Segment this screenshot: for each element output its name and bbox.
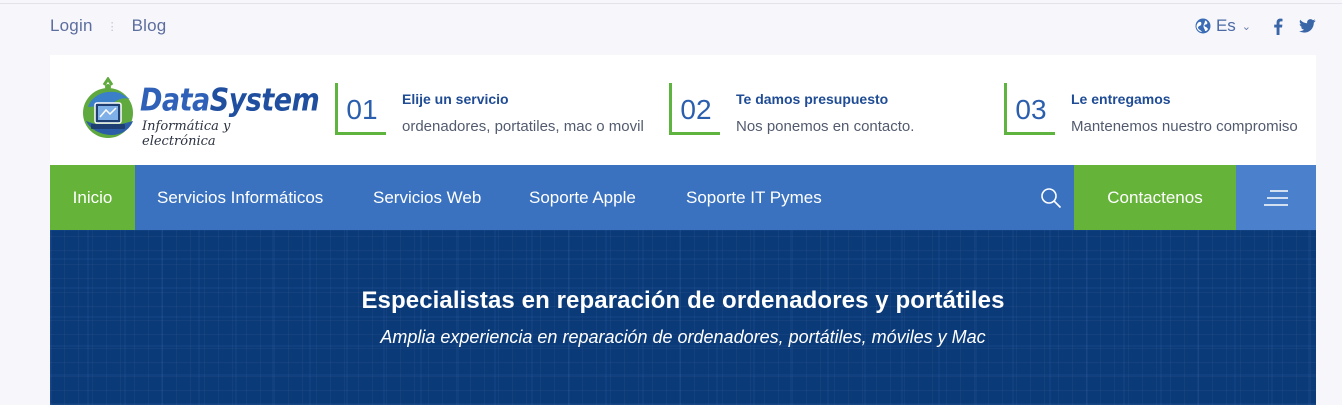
step-description: Mantenemos nuestro compromiso bbox=[1071, 118, 1298, 135]
top-bar: Login ⋮ Blog Es ⌄ bbox=[50, 16, 1316, 42]
logo[interactable]: DataSystem Informática y electrónica bbox=[78, 77, 320, 149]
language-selector[interactable]: Es ⌄ bbox=[1195, 16, 1251, 36]
step-description: ordenadores, portatiles, mac o movil bbox=[402, 118, 644, 135]
nav-item-soporte-apple[interactable]: Soporte Apple bbox=[529, 165, 636, 230]
facebook-icon[interactable] bbox=[1273, 18, 1283, 35]
step-text: Te damos presupuesto Nos ponemos en cont… bbox=[736, 83, 914, 135]
main-nav: Inicio Servicios Informáticos Servicios … bbox=[50, 165, 1316, 230]
step-2: 02 Te damos presupuesto Nos ponemos en c… bbox=[669, 83, 914, 135]
hero-banner: Especialistas en reparación de ordenador… bbox=[50, 230, 1316, 405]
search-icon bbox=[1041, 187, 1062, 208]
logo-name-part1: Data bbox=[140, 82, 210, 119]
twitter-icon[interactable] bbox=[1299, 19, 1316, 33]
hamburger-menu-icon bbox=[1264, 189, 1288, 206]
menu-button[interactable] bbox=[1236, 165, 1316, 230]
search-button[interactable] bbox=[1028, 165, 1074, 230]
top-right: Es ⌄ bbox=[1195, 16, 1316, 36]
logo-emblem-icon bbox=[83, 77, 133, 138]
link-separator: ⋮ bbox=[106, 20, 118, 33]
step-title: Le entregamos bbox=[1071, 91, 1171, 107]
header: DataSystem Informática y electrónica 01 … bbox=[50, 55, 1316, 165]
blog-link[interactable]: Blog bbox=[132, 16, 167, 36]
globe-icon bbox=[1195, 18, 1211, 34]
top-border bbox=[0, 3, 1342, 4]
step-text: Le entregamos Mantenemos nuestro comprom… bbox=[1071, 83, 1298, 135]
step-text: Elije un servicio ordenadores, portatile… bbox=[402, 83, 644, 135]
hero-subtitle: Amplia experiencia en reparación de orde… bbox=[380, 327, 986, 347]
logo-name-part2: System bbox=[209, 82, 320, 119]
step-number: 03 bbox=[1004, 83, 1055, 135]
step-3: 03 Le entregamos Mantenemos nuestro comp… bbox=[1004, 83, 1298, 135]
step-description: Nos ponemos en contacto. bbox=[736, 118, 915, 135]
hero-title: Especialistas en reparación de ordenador… bbox=[361, 287, 1005, 314]
chevron-down-icon: ⌄ bbox=[1241, 20, 1251, 33]
logo-name: DataSystem bbox=[140, 82, 320, 119]
nav-item-inicio[interactable]: Inicio bbox=[50, 165, 135, 230]
login-link[interactable]: Login bbox=[50, 16, 93, 36]
step-1: 01 Elije un servicio ordenadores, portat… bbox=[335, 83, 644, 135]
top-links: Login ⋮ Blog bbox=[50, 16, 166, 36]
social-links bbox=[1273, 18, 1316, 35]
nav-item-servicios-web[interactable]: Servicios Web bbox=[373, 165, 481, 230]
step-number: 01 bbox=[335, 83, 386, 135]
contact-button[interactable]: Contactenos bbox=[1074, 165, 1236, 230]
step-number: 02 bbox=[669, 83, 720, 135]
step-title: Te damos presupuesto bbox=[736, 91, 889, 107]
nav-item-servicios-informaticos[interactable]: Servicios Informáticos bbox=[157, 165, 323, 230]
nav-item-soporte-it-pymes[interactable]: Soporte IT Pymes bbox=[686, 165, 822, 230]
logo-tagline: Informática y electrónica bbox=[142, 119, 231, 149]
language-label: Es bbox=[1215, 16, 1236, 35]
step-title: Elije un servicio bbox=[402, 91, 509, 107]
